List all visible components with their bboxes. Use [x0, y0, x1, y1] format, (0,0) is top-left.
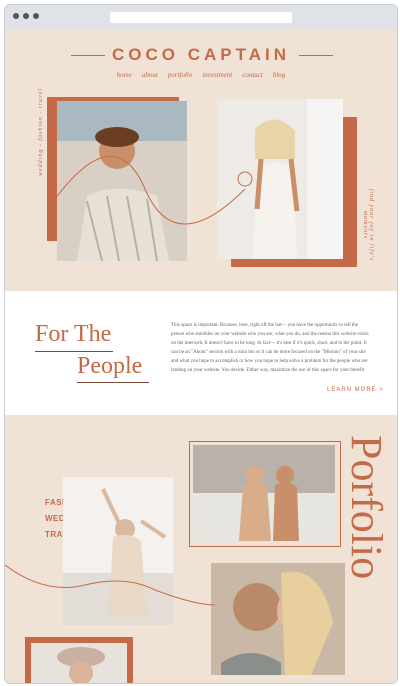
- portfolio-decorative-string: [5, 564, 216, 606]
- browser-window: COCO CAPTAIN home about portfolio invest…: [4, 4, 398, 684]
- intro-title-line1: For The: [35, 321, 112, 347]
- main-nav: home about portfolio investment contact …: [5, 71, 397, 79]
- browser-chrome: [5, 5, 397, 29]
- nav-investment[interactable]: investment: [202, 71, 232, 79]
- intro-body: This space is important. Because, here, …: [171, 323, 369, 373]
- intro-section: For The People This space is important. …: [5, 291, 397, 415]
- window-controls: [13, 13, 39, 19]
- address-bar[interactable]: [110, 12, 292, 23]
- brand-logo[interactable]: COCO CAPTAIN: [5, 45, 397, 65]
- bottom-grey-strip: [151, 683, 275, 684]
- intro-title-line2: People: [77, 353, 143, 379]
- intro-title-underline-1: [35, 351, 113, 352]
- nav-home[interactable]: home: [117, 71, 132, 79]
- nav-portfolio[interactable]: portfolio: [168, 71, 193, 79]
- nav-contact[interactable]: contact: [242, 71, 263, 79]
- learn-more-link[interactable]: LEARN MORE >: [327, 387, 384, 393]
- decorative-string: [54, 155, 253, 225]
- window-dot-2[interactable]: [23, 13, 29, 19]
- portfolio-section: Porfolio FASHION WEDDINGS TRAVEL: [5, 415, 397, 684]
- window-dot-3[interactable]: [33, 13, 39, 19]
- nav-blog[interactable]: blog: [273, 71, 285, 79]
- hero-section: COCO CAPTAIN home about portfolio invest…: [5, 29, 397, 291]
- nav-about[interactable]: about: [142, 71, 158, 79]
- intro-title-underline-2: [77, 382, 149, 383]
- window-dot-1[interactable]: [13, 13, 19, 19]
